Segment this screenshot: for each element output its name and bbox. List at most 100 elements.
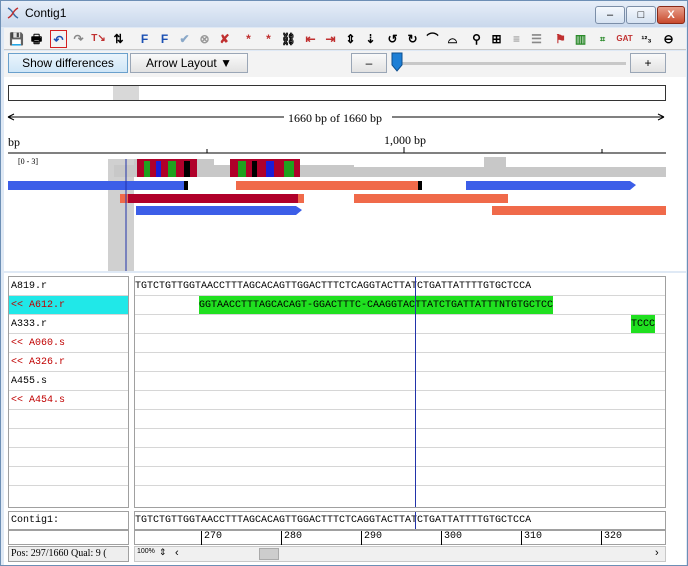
redo-icon[interactable]: ↷ xyxy=(70,30,87,48)
right-end-icon[interactable]: ⇥ xyxy=(322,30,339,48)
read-row-a612[interactable]: << A612.r xyxy=(9,296,128,315)
list-icon[interactable]: ☰ xyxy=(528,30,545,48)
zoom-level[interactable]: 100% xyxy=(137,548,155,555)
zoom-spinner-icon[interactable]: ⇕ xyxy=(159,547,167,558)
print-icon[interactable]: 🖶 xyxy=(28,30,45,48)
backward-icon[interactable]: F xyxy=(156,30,173,48)
sequence-empty-row xyxy=(135,448,665,467)
arc-right-icon[interactable]: ⌓ xyxy=(444,30,461,48)
ruler-tick: 280 xyxy=(281,531,302,545)
sequence-a612[interactable]: GGTAACCTTTAGCACAGT-GGACTTTC-CAAGGTACTTAT… xyxy=(199,296,554,314)
zoom-slider-track[interactable] xyxy=(394,62,626,65)
read-name: A455.s xyxy=(11,376,48,387)
rotate-left-icon[interactable]: ↺ xyxy=(384,30,401,48)
empty-row xyxy=(9,486,128,505)
empty-row xyxy=(9,410,128,429)
numbering-icon[interactable]: ¹²₃ xyxy=(638,30,655,48)
length-label: 1660 bp of 1660 bp xyxy=(288,111,382,125)
zoom-out-button[interactable]: – xyxy=(351,53,387,73)
empty-row xyxy=(9,448,128,467)
contig-label: Contig1: xyxy=(11,515,60,526)
show-differences-button[interactable]: Show differences xyxy=(8,53,128,73)
maximize-button[interactable]: □ xyxy=(626,6,656,24)
sequence-empty-row xyxy=(135,353,665,372)
ruler-label-cell xyxy=(8,530,129,545)
cursor-line xyxy=(415,277,416,507)
consensus-cell[interactable]: TGTCTGTTGGTAACCTTTAGCACAGTTGGACTTTCTCAGG… xyxy=(134,511,666,530)
save-icon[interactable]: 💾 xyxy=(8,30,25,48)
read-row-a454[interactable]: << A454.s xyxy=(9,391,128,410)
read-name: << A060.s xyxy=(11,338,66,349)
close-button[interactable]: X xyxy=(657,6,685,24)
scroll-thumb[interactable] xyxy=(259,548,279,560)
toolbar: 💾 🖶 ↶ ↷ T↘ ⇅ F F ✔ ⊗ ✘ * * ⛓ ⇤ ⇥ ⇕ ⇣ ↺ ↻… xyxy=(4,28,686,50)
zoom-in-button[interactable]: + xyxy=(630,53,666,73)
scroll-left-icon[interactable]: ‹ xyxy=(175,547,179,559)
forward-icon[interactable]: F xyxy=(136,30,153,48)
read-name: << A326.r xyxy=(11,357,66,368)
consensus-sequence[interactable]: TGTCTGTTGGTAACCTTTAGCACAGTTGGACTTTCTCAGG… xyxy=(135,515,531,526)
undo-icon[interactable]: ↶ xyxy=(50,30,67,48)
read-row-a060[interactable]: << A060.s xyxy=(9,334,128,353)
search-icon[interactable]: ⚲ xyxy=(468,30,485,48)
link-icon[interactable]: ⊖ xyxy=(660,30,677,48)
sequence-empty-row xyxy=(135,334,665,353)
arc-left-icon[interactable]: ⌒ xyxy=(424,30,441,48)
translate-icon[interactable]: T↘ xyxy=(90,30,107,48)
delete-icon[interactable]: ✘ xyxy=(216,30,233,48)
collapse-icon[interactable]: ⇕ xyxy=(342,30,359,48)
expand-icon[interactable]: ⇣ xyxy=(362,30,379,48)
title-bar: Contig1 – □ X xyxy=(1,1,687,27)
sequence-a819[interactable]: TGTCTGTTGGTAACCTTTAGCACAGTTGGACTTTCTCAGG… xyxy=(135,277,665,296)
coverage-label: [0 - 3] xyxy=(18,157,38,166)
empty-row xyxy=(9,467,128,486)
insert-icon[interactable]: * xyxy=(240,30,257,48)
ruler-tick: 310 xyxy=(521,531,542,545)
overview-panel: 1660 bp of 1660 bp bp 1,000 bp [0 - 3] xyxy=(4,77,686,271)
horizontal-scrollbar[interactable]: 100% ⇕ ‹ › xyxy=(134,546,666,562)
contig-window: Contig1 – □ X 💾 🖶 ↶ ↷ T↘ ⇅ F F ✔ ⊗ ✘ * *… xyxy=(0,0,688,566)
position-ruler: 270 280 290 300 310 320 xyxy=(134,530,666,545)
sequence-a333[interactable]: TCCC xyxy=(631,315,656,333)
codon-icon[interactable]: GAT xyxy=(616,30,633,48)
sequence-a612-row[interactable]: GGTAACCTTTAGCACAGT-GGACTTTC-CAAGGTACTTAT… xyxy=(135,296,665,315)
star-icon[interactable]: * xyxy=(260,30,277,48)
translation-icon[interactable]: ⌗ xyxy=(594,30,611,48)
scroll-right-icon[interactable]: › xyxy=(655,547,659,559)
empty-row xyxy=(9,429,128,448)
ruler-tick: 290 xyxy=(361,531,382,545)
sequence-empty-row xyxy=(135,467,665,486)
minimize-button[interactable]: – xyxy=(595,6,625,24)
read-name: A333.r xyxy=(11,319,48,330)
control-bar: Show differences Arrow Layout ▼ – + xyxy=(4,51,686,77)
sequence-empty-row xyxy=(135,486,665,505)
cursor-line xyxy=(415,512,416,529)
read-row-a819[interactable]: A819.r xyxy=(9,277,128,296)
flag-icon[interactable]: ⚑ xyxy=(552,30,569,48)
check-icon[interactable]: ✔ xyxy=(176,30,193,48)
sequence-empty-row xyxy=(135,372,665,391)
read-names-panel: A819.r << A612.r A333.r << A060.s << A32… xyxy=(8,276,129,508)
contig-label-cell: Contig1: xyxy=(8,511,129,530)
sequence-empty-row xyxy=(135,429,665,448)
read-row-a333[interactable]: A333.r xyxy=(9,315,128,334)
cancel-icon[interactable]: ⊗ xyxy=(196,30,213,48)
sequence-panel[interactable]: TGTCTGTTGGTAACCTTTAGCACAGTTGGACTTTCTCAGG… xyxy=(134,276,666,508)
sequence-a333-row[interactable]: TCCC xyxy=(135,315,665,334)
navigator-viewport[interactable] xyxy=(113,86,139,100)
align-icon[interactable]: ≡ xyxy=(508,30,525,48)
read-name: << A612.r xyxy=(11,300,66,311)
read-row-a455[interactable]: A455.s xyxy=(9,372,128,391)
ruler-mid-label: 1,000 bp xyxy=(384,133,426,147)
binoculars-icon[interactable]: ⛓ xyxy=(280,30,297,48)
zoom-slider-thumb[interactable] xyxy=(391,52,403,72)
sort-icon[interactable]: ⇅ xyxy=(110,30,127,48)
ruler-tick: 320 xyxy=(601,531,622,545)
read-row-a326[interactable]: << A326.r xyxy=(9,353,128,372)
left-end-icon[interactable]: ⇤ xyxy=(302,30,319,48)
overview-navigator[interactable] xyxy=(8,85,666,101)
chart-icon[interactable]: ▥ xyxy=(572,30,589,48)
rotate-right-icon[interactable]: ↻ xyxy=(404,30,421,48)
arrow-layout-dropdown[interactable]: Arrow Layout ▼ xyxy=(130,53,248,73)
tree-icon[interactable]: ⊞ xyxy=(488,30,505,48)
